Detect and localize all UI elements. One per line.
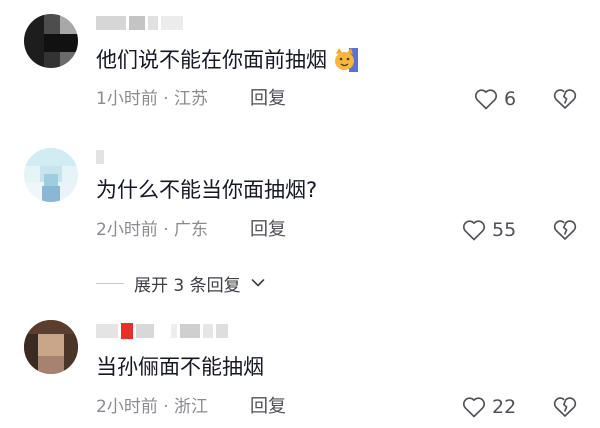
like-button[interactable]: 22 bbox=[462, 394, 516, 420]
heart-icon bbox=[463, 397, 485, 418]
username-blurred[interactable] bbox=[96, 320, 228, 342]
comment-text: 当孙俪面不能抽烟 bbox=[96, 353, 264, 381]
avatar[interactable] bbox=[24, 320, 78, 374]
comment-text-content: 当孙俪面不能抽烟 bbox=[96, 355, 264, 379]
reply-button[interactable]: 回复 bbox=[250, 396, 286, 418]
meta-separator: · bbox=[163, 397, 169, 417]
comment-time: 2小时前 bbox=[96, 397, 158, 417]
like-count: 22 bbox=[492, 396, 517, 418]
comment-item: 当孙俪面不能抽烟 2小时前 · 浙江 回复 22 bbox=[0, 0, 600, 428]
comment-meta: 2小时前 · 浙江 bbox=[96, 396, 208, 418]
broken-heart-icon[interactable] bbox=[553, 395, 577, 419]
comment-location: 浙江 bbox=[174, 397, 209, 417]
